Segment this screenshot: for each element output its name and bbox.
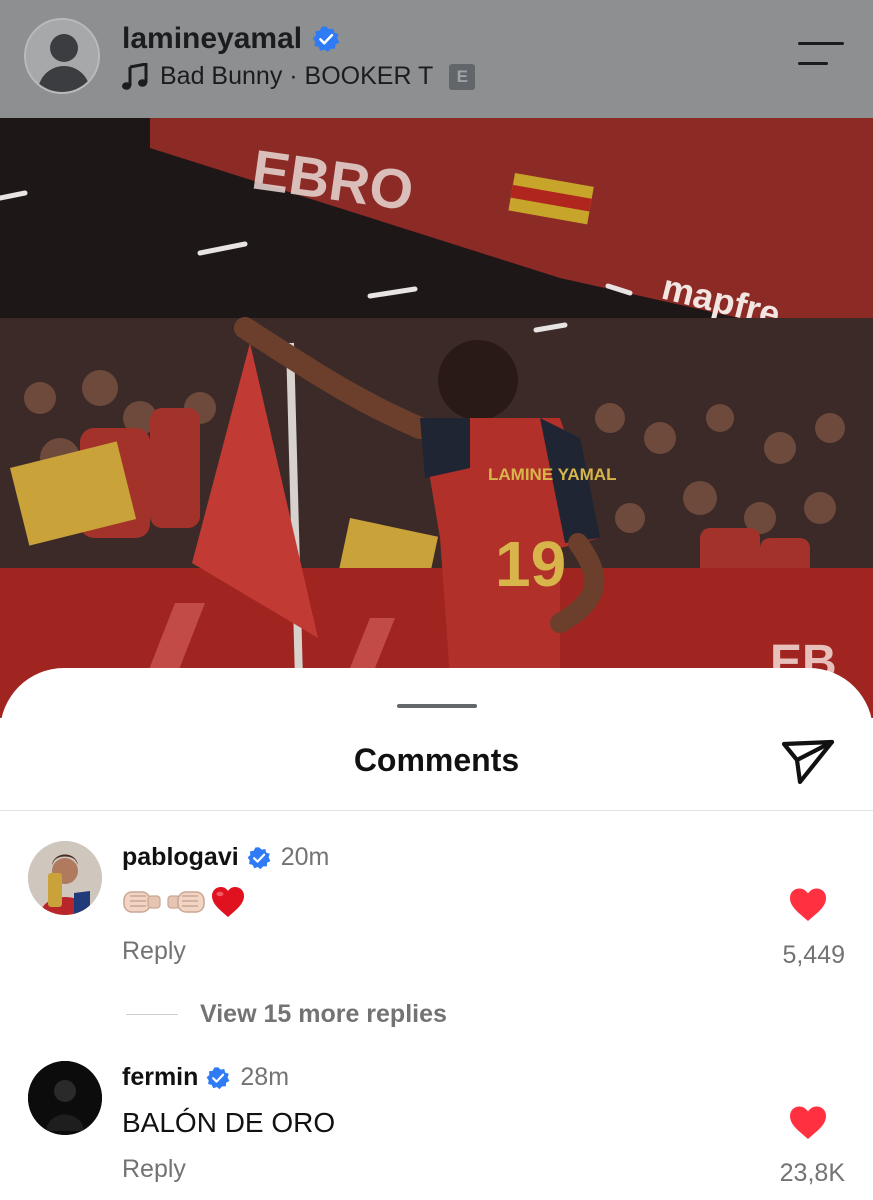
comment-avatar[interactable] — [28, 841, 102, 915]
view-more-label[interactable]: View 15 more replies — [200, 1000, 447, 1029]
fist-bump-right-icon — [167, 891, 205, 913]
avatar-photo — [28, 841, 102, 915]
profile-avatar[interactable] — [24, 18, 100, 94]
menu-button[interactable] — [796, 40, 846, 70]
view-more-line — [126, 1014, 178, 1015]
avatar-body-shape — [38, 66, 90, 92]
red-heart-emoji-icon — [212, 887, 244, 917]
avatar-photo — [28, 1061, 102, 1135]
sheet-grabber[interactable] — [397, 704, 477, 708]
music-track-label: Bad Bunny · BOOKER T — [160, 62, 434, 90]
music-note-icon — [122, 62, 148, 90]
stadium-photo-illustration: EBRO mapfre EB 19 LAMINE YAMAL — [0, 118, 873, 718]
comment-header: pablogavi 20m — [122, 843, 329, 872]
comment-username[interactable]: pablogavi — [122, 843, 239, 872]
comment-time: 28m — [240, 1063, 290, 1091]
comment-avatar[interactable] — [28, 1061, 102, 1135]
verified-badge-icon — [207, 1066, 230, 1089]
avatar-head-shape — [50, 34, 78, 62]
music-track[interactable]: Bad Bunny · BOOKER T E — [122, 62, 476, 91]
verified-badge-icon — [247, 846, 271, 869]
reply-button[interactable]: Reply — [122, 937, 186, 966]
comments-title: Comments — [353, 742, 520, 778]
fist-bump-left-icon — [123, 891, 161, 913]
jersey-name: LAMINE YAMAL — [488, 465, 616, 484]
comment-text — [122, 885, 246, 919]
sheet-divider — [0, 810, 873, 811]
menu-line-top — [798, 42, 844, 45]
reply-button[interactable]: Reply — [122, 1155, 186, 1184]
jersey-number: 19 — [495, 528, 566, 600]
verified-badge-icon — [312, 26, 340, 52]
comment-time: 20m — [280, 843, 330, 871]
menu-line-bottom — [798, 62, 828, 65]
view-more-replies[interactable]: View 15 more replies — [126, 1000, 447, 1029]
post-photo[interactable]: EBRO mapfre EB 19 LAMINE YAMAL — [0, 118, 873, 718]
comment-header: fermin 28m — [122, 1063, 289, 1092]
comment-text: BALÓN DE ORO — [122, 1107, 336, 1138]
like-heart-icon[interactable] — [788, 1105, 828, 1141]
share-paper-plane-icon[interactable] — [780, 736, 836, 786]
like-count: 23,8K — [779, 1159, 845, 1187]
post-username[interactable]: lamineyamal — [122, 22, 340, 56]
like-count: 5,449 — [782, 941, 845, 969]
comment-username[interactable]: fermin — [122, 1063, 198, 1092]
like-heart-icon[interactable] — [788, 887, 828, 923]
comment-emojis — [122, 885, 246, 919]
explicit-badge: E — [449, 63, 476, 90]
username-text[interactable]: lamineyamal — [122, 22, 302, 56]
post-header: lamineyamal Bad Bunny · BOOKER T E — [0, 0, 873, 118]
